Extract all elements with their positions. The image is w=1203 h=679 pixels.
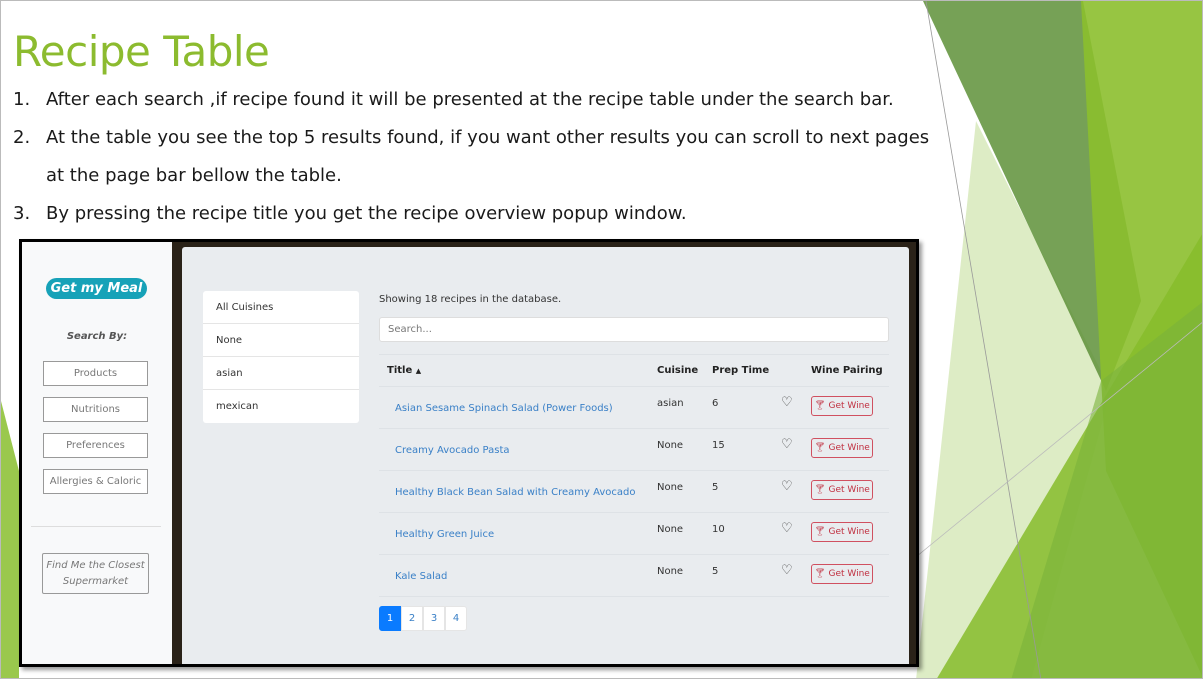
table-row: Healthy Black Bean Salad with Creamy Avo… xyxy=(379,471,889,513)
cuisine-item[interactable]: mexican xyxy=(203,390,359,423)
cuisine-cell: asian xyxy=(657,398,684,409)
bullet-item: 3. By pressing the recipe title you get t… xyxy=(13,195,943,233)
get-wine-button[interactable]: 🍸︎ Get Wine xyxy=(811,438,873,458)
cocktail-glass-icon: 🍸︎ xyxy=(814,485,826,495)
sort-ascending-icon: ▲ xyxy=(415,367,422,375)
preferences-button[interactable]: Preferences xyxy=(43,433,148,458)
header-title[interactable]: Title ▲ xyxy=(387,365,421,376)
prep-time-cell: 15 xyxy=(712,440,725,451)
prep-time-cell: 6 xyxy=(712,398,719,409)
get-wine-label: Get Wine xyxy=(828,443,870,453)
app-logo[interactable]: Get my Meal xyxy=(46,278,147,299)
products-button[interactable]: Products xyxy=(43,361,148,386)
cocktail-glass-icon: 🍸︎ xyxy=(814,569,826,579)
page-1-button[interactable]: 1 xyxy=(379,606,401,631)
recipe-title-link[interactable]: Kale Salad xyxy=(395,571,447,582)
table-row: Asian Sesame Spinach Salad (Power Foods)… xyxy=(379,387,889,429)
bullet-text: At the table you see the top 5 results f… xyxy=(46,127,930,186)
cuisine-cell: None xyxy=(657,524,684,535)
allergies-caloric-button[interactable]: Allergies & Caloric xyxy=(43,469,148,494)
page-4-button[interactable]: 4 xyxy=(445,606,467,631)
bullet-text: After each search ,if recipe found it wi… xyxy=(46,89,894,110)
table-row: Creamy Avocado Pasta None 15 ♡ 🍸︎ Get Wi… xyxy=(379,429,889,471)
get-wine-label: Get Wine xyxy=(828,485,870,495)
header-cuisine[interactable]: Cuisine xyxy=(657,365,698,376)
sidebar: Get my Meal Search By: Products Nutritio… xyxy=(22,242,172,664)
heart-icon[interactable]: ♡ xyxy=(781,563,793,578)
cocktail-glass-icon: 🍸︎ xyxy=(814,401,826,411)
heart-icon[interactable]: ♡ xyxy=(781,521,793,536)
cuisine-item[interactable]: All Cuisines xyxy=(203,291,359,324)
get-wine-button[interactable]: 🍸︎ Get Wine xyxy=(811,522,873,542)
page-2-button[interactable]: 2 xyxy=(401,606,423,631)
get-wine-label: Get Wine xyxy=(828,527,870,537)
header-wine-pairing: Wine Pairing xyxy=(811,365,883,376)
recipe-title-link[interactable]: Healthy Green Juice xyxy=(395,529,494,540)
slide: Recipe Table 1. After each search ,if rec… xyxy=(0,0,1203,679)
bullet-item: 1. After each search ,if recipe found it … xyxy=(13,81,943,119)
cocktail-glass-icon: 🍸︎ xyxy=(814,527,826,537)
pagination: 1 2 3 4 xyxy=(379,606,467,631)
recipe-count: Showing 18 recipes in the database. xyxy=(379,294,562,305)
get-wine-label: Get Wine xyxy=(828,569,870,579)
bullet-item: 2. At the table you see the top 5 results… xyxy=(13,119,943,195)
cuisine-item[interactable]: asian xyxy=(203,357,359,390)
header-prep-time[interactable]: Prep Time xyxy=(712,365,769,376)
heart-icon[interactable]: ♡ xyxy=(781,479,793,494)
cuisine-item[interactable]: None xyxy=(203,324,359,357)
get-wine-button[interactable]: 🍸︎ Get Wine xyxy=(811,480,873,500)
main-panel: All Cuisines None asian mexican Showing … xyxy=(182,247,909,664)
get-wine-label: Get Wine xyxy=(828,401,870,411)
divider xyxy=(31,526,161,527)
slide-title: Recipe Table xyxy=(13,27,270,76)
recipe-table: Title ▲ Cuisine Prep Time Wine Pairing A… xyxy=(379,354,889,597)
heart-icon[interactable]: ♡ xyxy=(781,395,793,410)
page-3-button[interactable]: 3 xyxy=(423,606,445,631)
cuisine-cell: None xyxy=(657,566,684,577)
table-row: Healthy Green Juice None 10 ♡ 🍸︎ Get Win… xyxy=(379,513,889,555)
bullet-number: 2. xyxy=(13,127,31,148)
prep-time-cell: 5 xyxy=(712,482,719,493)
cuisine-cell: None xyxy=(657,482,684,493)
prep-time-cell: 10 xyxy=(712,524,725,535)
cuisine-cell: None xyxy=(657,440,684,451)
get-wine-button[interactable]: 🍸︎ Get Wine xyxy=(811,564,873,584)
cocktail-glass-icon: 🍸︎ xyxy=(814,443,826,453)
table-row: Kale Salad None 5 ♡ 🍸︎ Get Wine xyxy=(379,555,889,597)
recipe-title-link[interactable]: Healthy Black Bean Salad with Creamy Avo… xyxy=(395,487,636,498)
prep-time-cell: 5 xyxy=(712,566,719,577)
search-input[interactable]: Search... xyxy=(379,317,889,342)
heart-icon[interactable]: ♡ xyxy=(781,437,793,452)
find-supermarket-button[interactable]: Find Me the Closest Supermarket xyxy=(42,553,149,594)
recipe-title-link[interactable]: Creamy Avocado Pasta xyxy=(395,445,510,456)
header-title-label: Title xyxy=(387,365,413,376)
cuisine-list: All Cuisines None asian mexican xyxy=(203,291,359,423)
nutritions-button[interactable]: Nutritions xyxy=(43,397,148,422)
bullet-text: By pressing the recipe title you get the… xyxy=(46,203,687,224)
search-by-label: Search By: xyxy=(66,331,128,342)
recipe-title-link[interactable]: Asian Sesame Spinach Salad (Power Foods) xyxy=(395,403,613,414)
table-header: Title ▲ Cuisine Prep Time Wine Pairing xyxy=(379,355,889,387)
bullet-number: 3. xyxy=(13,203,31,224)
app-screenshot: Get my Meal Search By: Products Nutritio… xyxy=(19,239,919,667)
get-wine-button[interactable]: 🍸︎ Get Wine xyxy=(811,396,873,416)
bullet-list: 1. After each search ,if recipe found it … xyxy=(13,81,943,233)
bullet-number: 1. xyxy=(13,89,31,110)
